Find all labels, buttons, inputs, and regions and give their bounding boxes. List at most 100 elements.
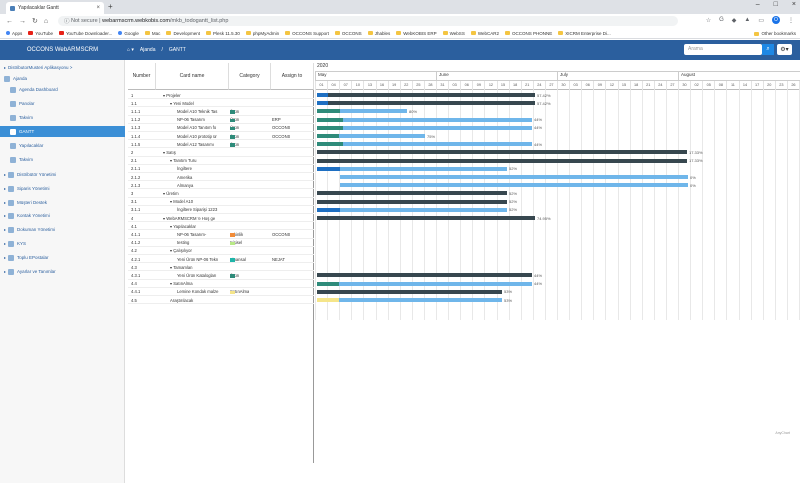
sidebar-item[interactable]: ▸ Distribütör Yönetimi — [0, 169, 125, 180]
gantt-row[interactable]: 4.1 ▾ Yapılacaklar — [128, 222, 314, 231]
puzzle-icon[interactable]: ▲ — [744, 17, 750, 23]
gantt-row[interactable]: 2.1.3 Almanya — [128, 181, 314, 190]
bookmark-item[interactable]: Plesk 11.5.30 — [205, 31, 240, 36]
sidebar-item[interactable]: ▸ DistributorMusteri Aplikasyonu > — [0, 62, 125, 73]
gantt-row[interactable]: 3.1.1 İngiltere Siparişi 1223 — [128, 206, 314, 214]
gantt-task-bar[interactable] — [317, 150, 687, 155]
gantt-row[interactable]: 4.1.2 testing Kişisel — [128, 239, 314, 247]
gantt-row[interactable]: 4.1.1 NP-06 Tasarım- Etkinlik OCCONS — [128, 230, 314, 239]
gantt-task-bar[interactable] — [317, 125, 532, 130]
sidebar-item[interactable]: ▸ Ayarlar ve Tanımlar — [0, 266, 125, 277]
header-number[interactable]: Number — [128, 63, 156, 90]
bookmark-item[interactable]: Mac — [144, 31, 160, 36]
gantt-task-bar[interactable] — [317, 273, 532, 278]
gantt-row[interactable]: 2.1.2 Amerika — [128, 173, 314, 182]
gantt-task-bar[interactable] — [340, 183, 688, 188]
gantt-row[interactable]: 1.1.5 Model A12 Tasarımı Ürün — [128, 140, 314, 149]
reload-icon[interactable]: ↻ — [32, 17, 38, 25]
gantt-row[interactable]: 4.4 ▾ SatınAlma — [128, 280, 314, 288]
bookmark-item[interactable]: Jhables — [367, 31, 390, 36]
home-icon[interactable]: ⌂ — [44, 18, 48, 25]
gantt-row[interactable]: 1.1 ▾ Yeni Model — [128, 99, 314, 108]
search-button[interactable]: ⌕ — [762, 44, 774, 55]
gantt-task-bar[interactable] — [317, 289, 502, 294]
gantt-task-bar[interactable] — [317, 142, 532, 147]
gantt-row[interactable]: 1.1.1 Model A10 Teknik Tas Ürün — [128, 107, 314, 116]
bookmark-item[interactable]: OCCONS — [334, 31, 362, 36]
sidebar-item[interactable]: Yapılacaklar — [0, 140, 125, 151]
gantt-row[interactable]: 1.1.2 NP-06 Tasarım Ürün ERP — [128, 116, 314, 124]
gantt-task-bar[interactable] — [317, 93, 535, 97]
address-bar[interactable]: ⓘ Not secure | webarmscrm.webkobis.com /… — [58, 16, 678, 26]
header-category[interactable]: Category — [229, 63, 271, 90]
gantt-task-bar[interactable] — [317, 134, 425, 138]
bookmark-item[interactable]: YouTube — [28, 31, 53, 36]
bookmark-item[interactable]: WebCAR2 — [470, 31, 499, 36]
close-window-icon[interactable]: × — [792, 1, 796, 8]
gantt-task-bar[interactable] — [317, 166, 507, 171]
sidebar-item[interactable]: ▸ Kontak Yönetimi — [0, 210, 125, 221]
gantt-row[interactable]: 4.3.1 Yeni Ürün Katalogları Ürün — [128, 271, 314, 280]
bookmark-item[interactable]: OCCONS Support — [285, 31, 329, 36]
header-assign-to[interactable]: Assign to — [271, 63, 314, 90]
gantt-task-bar[interactable] — [317, 199, 507, 204]
gantt-task-bar[interactable] — [317, 207, 507, 212]
gantt-task-bar[interactable] — [317, 101, 535, 106]
crumb-ajanda[interactable]: Ajanda — [140, 47, 156, 53]
menu-icon[interactable]: ⋮ — [788, 17, 794, 24]
gantt-row[interactable]: 4.5 Araştırılacak — [128, 296, 314, 305]
bookmark-item[interactable]: WebKOBIS ERP — [396, 31, 437, 36]
sidebar-item[interactable]: ▸ Siparis Yönetimi — [0, 183, 125, 194]
sidebar-item[interactable]: ▸ KYS — [0, 238, 125, 249]
gantt-task-bar[interactable] — [340, 175, 688, 179]
gantt-row[interactable]: 2.1.1 İngiltere — [128, 165, 314, 173]
bookmark-item[interactable]: YouTube Downloader... — [58, 31, 112, 36]
gantt-task-bar[interactable] — [317, 281, 532, 286]
browser-tab[interactable]: Yapılacaklar Gantt × — [6, 2, 104, 14]
header-card-name[interactable]: Card name — [156, 63, 229, 90]
gantt-row[interactable]: 4.2.1 Yeni Ürün NP-06 Tekn Finansal NEJAT — [128, 255, 314, 264]
gantt-row[interactable]: 4.2 ▾ Çalışılıyor — [128, 247, 314, 255]
bookmark-item[interactable]: WebSS — [442, 31, 465, 36]
cast-icon[interactable]: ▭ — [758, 17, 764, 24]
gantt-task-bar[interactable] — [317, 109, 407, 114]
bookmark-item[interactable]: OCCONS PHONNE — [505, 31, 552, 36]
sidebar-item[interactable]: Takvim — [0, 112, 125, 123]
gantt-row[interactable]: 2.1 ▾ Tanıtım Turu — [128, 157, 314, 165]
gantt-row[interactable]: 1.1.4 Model A10 prototip ür Ürün OCCONS — [128, 132, 314, 141]
maximize-icon[interactable]: □ — [774, 1, 778, 8]
bookmark-item[interactable]: Development — [166, 31, 200, 36]
bookmark-item[interactable]: phpMyAdmin — [245, 31, 279, 36]
sidebar-item[interactable]: Panolar — [0, 98, 125, 109]
profile-avatar[interactable]: O — [772, 16, 780, 24]
gantt-row[interactable]: 3.1 ▾ Model A10 — [128, 198, 314, 206]
gantt-task-bar[interactable] — [317, 158, 687, 163]
new-tab-button[interactable]: + — [108, 2, 113, 11]
sidebar-item[interactable]: GANTT — [0, 126, 125, 137]
sidebar-item[interactable]: ▸ Toplu EPostalar — [0, 252, 125, 263]
app-brand[interactable]: OCCONS WebARMSCRM — [0, 40, 125, 60]
sidebar-item[interactable]: Agenda Dashboard — [0, 84, 125, 95]
gantt-row[interactable]: 4.3 ▾ Tamamlan — [128, 263, 314, 272]
gantt-task-bar[interactable] — [317, 298, 502, 302]
other-bookmarks[interactable]: Other bookmarks — [754, 31, 796, 36]
gantt-row[interactable]: 4.4.1 Lemine Kondak malze SatınAlma — [128, 288, 314, 296]
forward-icon[interactable]: → — [19, 18, 26, 25]
bookmark-item[interactable]: Apps — [6, 31, 22, 36]
translate-icon[interactable]: G — [719, 17, 724, 23]
back-icon[interactable]: ← — [6, 18, 13, 25]
extension-icon[interactable]: ◆ — [732, 17, 737, 24]
gantt-row[interactable]: 1 ▾ Projeler — [128, 91, 314, 100]
bookmark-item[interactable]: Google — [118, 31, 139, 36]
gantt-row[interactable]: 2 ▾ Satış — [128, 148, 314, 157]
gantt-row[interactable]: 3 ▾ Üretim — [128, 189, 314, 198]
sidebar-item[interactable]: ▸ Müşteri Destek — [0, 197, 125, 208]
gantt-task-bar[interactable] — [317, 117, 532, 122]
settings-button[interactable]: ⚙▾ — [777, 44, 792, 55]
gantt-task-bar[interactable] — [317, 191, 507, 196]
bookmark-item[interactable]: XICRM Enterprise Di... — [558, 31, 611, 36]
sidebar-item[interactable]: Ajanda — [0, 73, 125, 84]
sidebar-item[interactable]: ▸ Dokuman Yönetimi — [0, 224, 125, 235]
crumb-gantt[interactable]: GANTT — [169, 47, 186, 53]
gantt-row[interactable]: 1.1.3 Model A10 Tanıtım fo Ürün OCCONS — [128, 124, 314, 132]
